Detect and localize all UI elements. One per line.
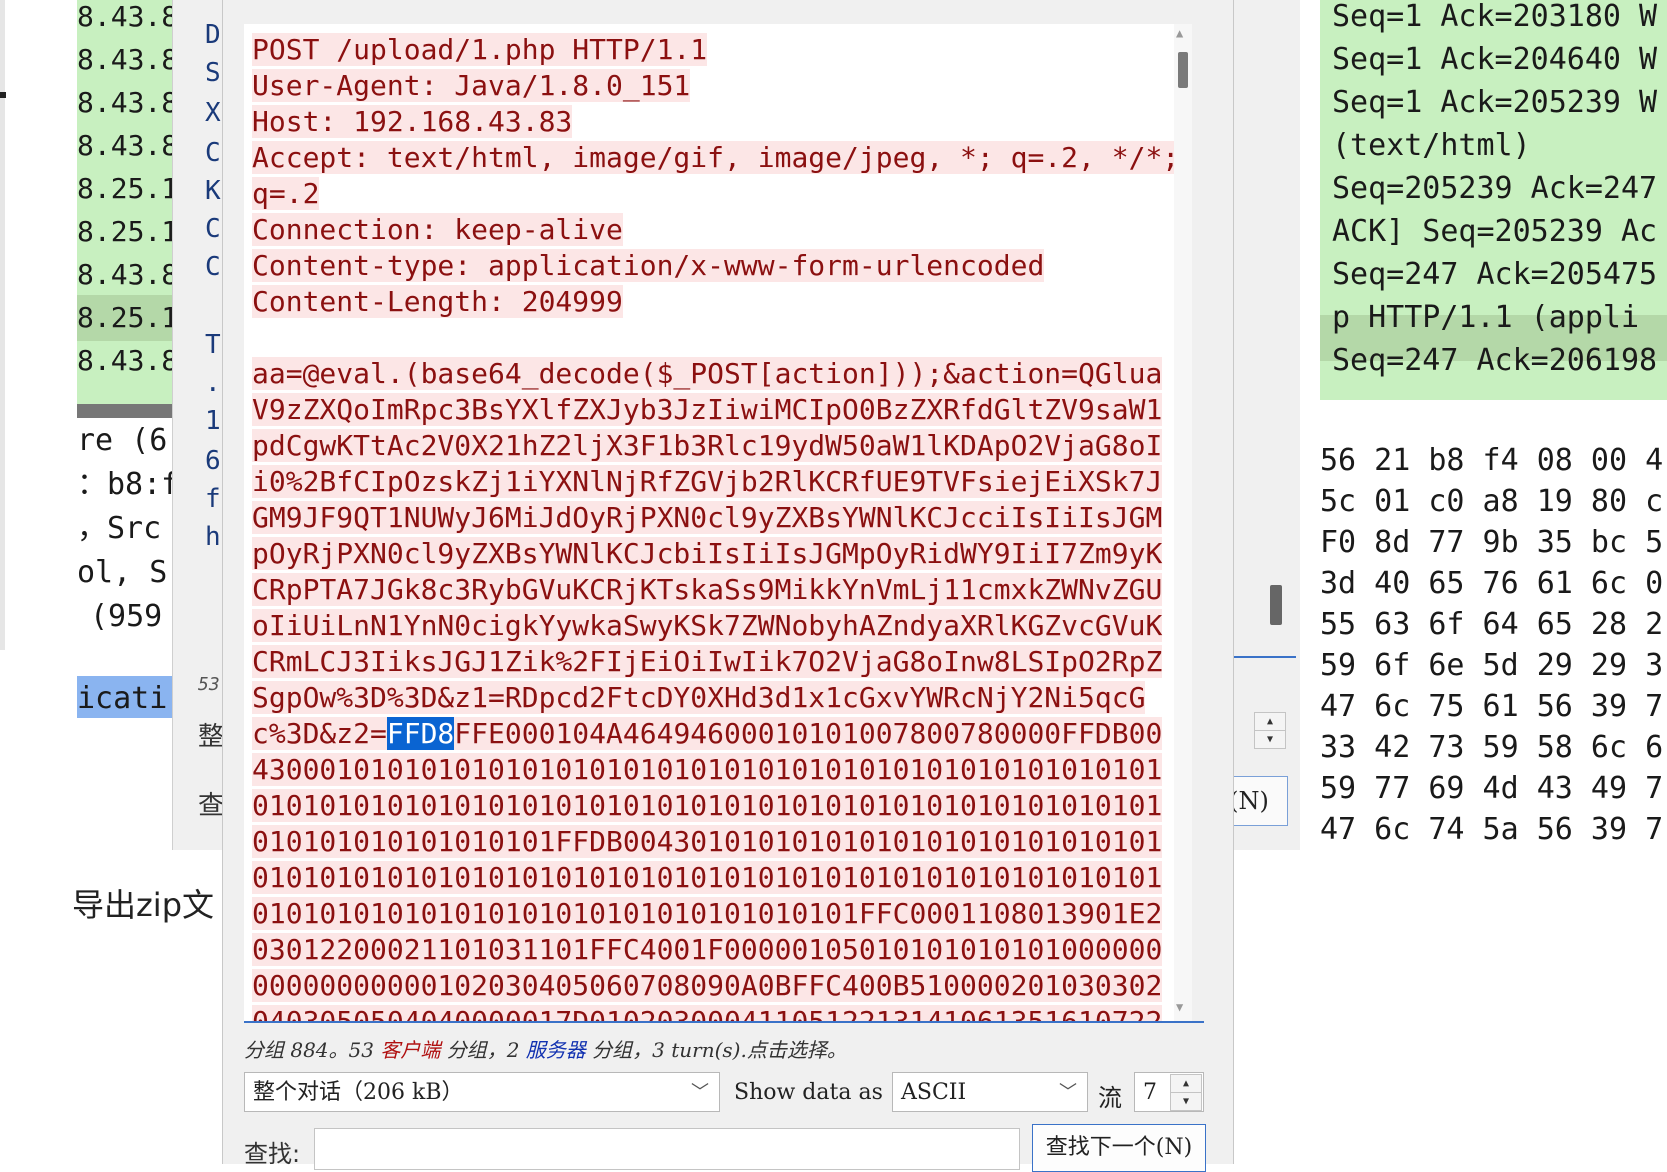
packet-row[interactable]: 8.25.1 [77, 166, 177, 212]
window-marker [0, 92, 6, 98]
back-dialog-text: h [205, 522, 221, 552]
packet-row[interactable]: (text/html) [1332, 123, 1531, 169]
packet-row[interactable]: Seq=205239 Ack=247 [1332, 166, 1657, 212]
stepper-up-icon[interactable]: ▲ [1170, 1074, 1202, 1093]
packet-row[interactable]: 8.43.8 [77, 123, 177, 169]
hex-row[interactable]: 59 6f 6e 5d 29 29 3 [1320, 645, 1663, 687]
text-selection[interactable]: FFD8 [386, 717, 455, 750]
show-data-as-label: Show data as [734, 1080, 883, 1105]
packet-row[interactable]: 8.43.8 [77, 80, 177, 126]
http-header-line: Content-type: application/x-www-form-url… [252, 249, 1045, 282]
back-stepper-down[interactable]: ▼ [1254, 730, 1286, 749]
back-dialog-text: 1 [205, 406, 221, 436]
http-header-line: POST /upload/1.php HTTP/1.1 [252, 33, 708, 66]
detail-row[interactable]: re (6 [77, 418, 177, 464]
content-separator [244, 1021, 1204, 1023]
back-dialog-conv-select[interactable]: 整 [198, 716, 224, 753]
http-header-line: Host: 192.168.43.83 [252, 105, 573, 138]
stream-label: 流 [1098, 1084, 1122, 1112]
stream-text[interactable]: POST /upload/1.php HTTP/1.1 User-Agent: … [252, 32, 1180, 1022]
packet-row-selected[interactable]: 8.25.1 [77, 295, 177, 341]
server-link[interactable]: 服务器 [526, 1038, 586, 1062]
scrollbar-thumb[interactable] [1178, 52, 1188, 88]
back-dialog-text: f [205, 484, 221, 514]
body-before-selection: aa=@eval.(base64_decode($_POST[action]))… [252, 357, 1163, 750]
stream-status-text: 分组 884。53 客户端 分组，2 服务器 分组，3 turn(s).点击选择… [244, 1038, 847, 1062]
hex-row[interactable]: 59 77 69 4d 43 49 7 [1320, 768, 1663, 810]
hex-row[interactable]: 47 6c 74 5a 56 39 7 [1320, 809, 1663, 850]
scroll-down-arrow-icon[interactable]: ▼ [1176, 1000, 1183, 1014]
packet-row[interactable]: Seq=247 Ack=205475 [1332, 252, 1657, 298]
stepper-down-icon[interactable]: ▼ [1170, 1092, 1202, 1111]
http-header-line: Accept: text/html, image/gif, image/jpeg… [252, 141, 1180, 174]
packet-row[interactable]: ACK] Seq=205239 Ac [1332, 209, 1657, 255]
body-after-selection: FFE000104A46494600010101007800780000FFDB… [252, 717, 1163, 1022]
back-dialog-text: X [205, 98, 221, 128]
http-header-line: Content-Length: 204999 [252, 285, 623, 318]
background-packet-list-right: Seq=1 Ack=203180 W Seq=1 Ack=204640 W Se… [1320, 0, 1667, 850]
back-dialog-text: C [205, 252, 221, 282]
packet-row[interactable]: 8.43.8 [77, 37, 177, 83]
hex-row[interactable]: 55 63 6f 64 65 28 2 [1320, 604, 1663, 646]
packet-row[interactable]: Seq=247 Ack=206198 [1332, 338, 1657, 384]
detail-row[interactable]: icati [77, 676, 177, 722]
article-text: 导出zip文 [72, 886, 215, 924]
data-format-select-value: ASCII [901, 1080, 967, 1105]
back-dialog-text: K [205, 176, 221, 206]
packet-row-selected[interactable]: p HTTP/1.1 (appli [1332, 295, 1639, 341]
back-dialog-find-label: 查 [198, 791, 225, 821]
http-header-line: User-Agent: Java/1.8.0_151 [252, 69, 691, 102]
vertical-scrollbar[interactable] [1174, 24, 1192, 1022]
hex-row[interactable]: 3d 40 65 76 61 6c 0 [1320, 563, 1663, 605]
stream-content-pane[interactable]: POST /upload/1.php HTTP/1.1 User-Agent: … [244, 24, 1192, 1022]
packet-row[interactable]: Seq=1 Ack=204640 W [1332, 37, 1657, 83]
back-dialog-text: D [205, 20, 221, 50]
packet-row[interactable]: 8.43.8 [77, 338, 177, 384]
packet-row[interactable]: 8.43.8 [77, 0, 177, 40]
stream-stepper[interactable]: ▲ ▼ [1170, 1074, 1202, 1111]
conversation-select[interactable]: 整个对话（206 kB） ﹀ [244, 1072, 720, 1112]
chevron-down-icon: ﹀ [1059, 1082, 1077, 1103]
scroll-up-arrow-icon[interactable]: ▲ [1176, 26, 1183, 40]
back-dialog-scrollbar[interactable] [1270, 585, 1282, 625]
hex-row[interactable]: 33 42 73 59 58 6c 6 [1320, 727, 1663, 769]
detail-row[interactable]: ：b8:f [77, 462, 177, 508]
back-dialog-text: C [205, 214, 221, 244]
back-dialog-status: 53 [198, 674, 220, 695]
packet-row[interactable]: Seq=1 Ack=205239 W [1332, 80, 1657, 126]
hex-row[interactable]: 5c 01 c0 a8 19 80 c [1320, 481, 1663, 523]
conversation-select-value: 整个对话（206 kB） [253, 1080, 464, 1105]
packet-row[interactable]: 8.43.8 [77, 252, 177, 298]
packet-row[interactable]: 8.25.1 [77, 209, 177, 255]
chevron-down-icon: ﹀ [691, 1082, 709, 1103]
back-dialog-text: T [205, 330, 221, 360]
back-dialog-text: 6 [205, 446, 221, 476]
hex-row[interactable]: 47 6c 75 61 56 39 7 [1320, 686, 1663, 728]
find-next-button[interactable]: 查找下一个(N) [1032, 1124, 1206, 1172]
back-stepper-up[interactable]: ▲ [1254, 712, 1286, 731]
hex-row[interactable]: F0 8d 77 9b 35 bc 5 [1320, 522, 1663, 564]
horizontal-scrollbar[interactable] [77, 404, 177, 418]
back-dialog-text: S [205, 58, 221, 88]
http-header-line: Connection: keep-alive [252, 213, 623, 246]
packet-row[interactable]: Seq=1 Ack=203180 W [1332, 0, 1657, 40]
detail-row[interactable]: ，Src [77, 506, 177, 552]
back-dialog-text: . [205, 368, 221, 398]
back-dialog-text: C [205, 138, 221, 168]
hex-row[interactable]: 56 21 b8 f4 08 00 4 [1320, 440, 1663, 482]
http-body: aa=@eval.(base64_decode($_POST[action]))… [252, 356, 1172, 1022]
http-header-line: q=.2 [252, 177, 320, 210]
detail-row[interactable]: ol, S [77, 550, 177, 596]
data-format-select[interactable]: ASCII ﹀ [892, 1072, 1088, 1112]
client-link[interactable]: 客户端 [380, 1038, 440, 1062]
